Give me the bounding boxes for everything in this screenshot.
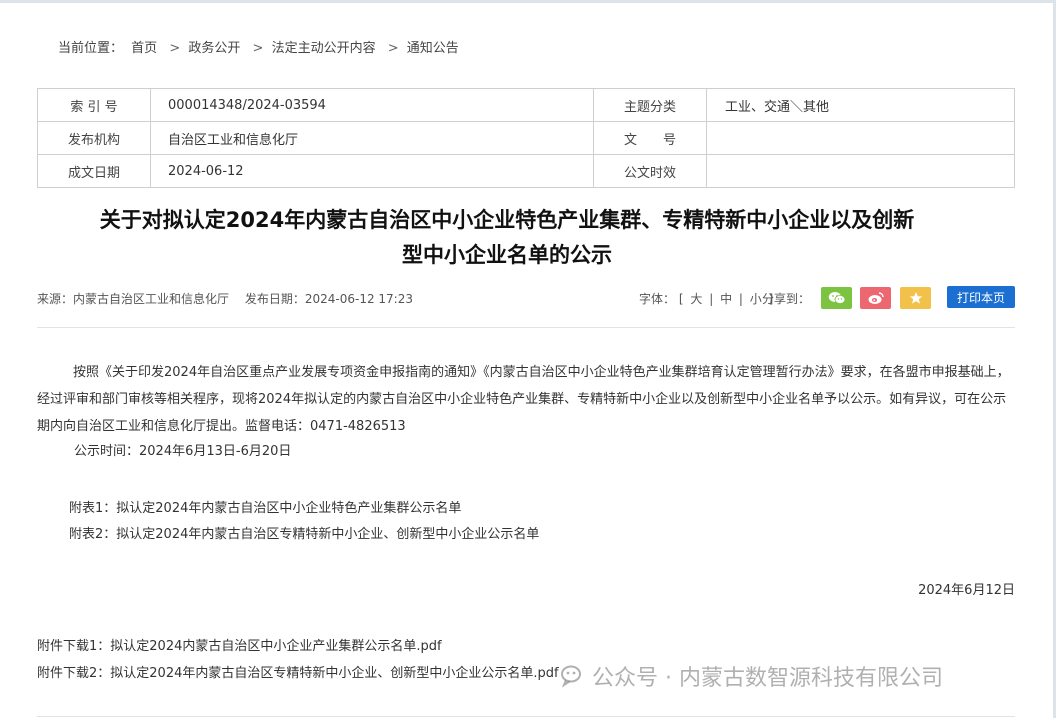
wechat-public-account-icon (561, 665, 581, 688)
document-meta-table: 索 引 号 000014348/2024-03594 主题分类 工业、交通＼其他… (37, 88, 1015, 188)
top-border (0, 0, 1056, 3)
font-bracket-open: [ (678, 292, 684, 306)
share-label: 分享到： (762, 292, 811, 306)
index-number-label: 索 引 号 (37, 88, 151, 122)
breadcrumb-separator: > (252, 41, 264, 56)
document-number-value (706, 121, 1015, 155)
bottom-divider (37, 716, 1015, 717)
font-medium-button[interactable]: 中 (717, 292, 735, 306)
article-info: 来源：内蒙古自治区工业和信息化厅 发布日期：2024-06-12 17:23 (37, 290, 413, 307)
download-label: 附件下载2： (37, 666, 111, 681)
font-size-label: 字体： (639, 292, 676, 306)
download-label: 附件下载1： (37, 639, 111, 654)
validity-value (706, 154, 1015, 188)
topic-category-value: 工业、交通＼其他 (706, 88, 1015, 122)
font-pipe: | (709, 292, 714, 306)
article-source: 来源：内蒙古自治区工业和信息化厅 (37, 292, 230, 306)
share-weibo-button[interactable] (860, 287, 891, 309)
star-icon (909, 292, 922, 304)
download-item: 附件下载1：拟认定2024内蒙古自治区中小企业产业集群公示名单.pdf (37, 635, 442, 654)
download-link[interactable]: 拟认定2024年内蒙古自治区专精特新中小企业、创新型中小企业公示名单.pdf (110, 666, 558, 681)
meta-row: 发布机构 自治区工业和信息化厅 文 号 (37, 121, 1015, 155)
breadcrumb-separator: > (387, 41, 399, 56)
article-title-line1: 关于对拟认定2024年内蒙古自治区中小企业特色产业集群、专精特新中小企业以及创新 (99, 208, 915, 232)
print-page-button[interactable]: 打印本页 (947, 286, 1015, 308)
meta-row: 索 引 号 000014348/2024-03594 主题分类 工业、交通＼其他 (37, 88, 1015, 122)
meta-row: 成文日期 2024-06-12 公文时效 (37, 154, 1015, 188)
font-pipe: | (738, 292, 743, 306)
breadcrumb-statutory-content[interactable]: 法定主动公开内容 (272, 41, 376, 56)
watermark-text: 公众号 · 内蒙古数智源科技有限公司 (592, 666, 943, 691)
breadcrumb-prefix: 当前位置： (58, 41, 124, 56)
article-title: 关于对拟认定2024年内蒙古自治区中小企业特色产业集群、专精特新中小企业以及创新… (37, 203, 977, 273)
font-size-control: 字体： [ 大 | 中 | 小 ] (639, 290, 773, 307)
breadcrumb-separator: > (169, 41, 181, 56)
article-body-paragraph: 按照《关于印发2024年自治区重点产业发展专项资金申报指南的通知》《内蒙古自治区… (37, 365, 1010, 434)
breadcrumb-notices[interactable]: 通知公告 (407, 41, 459, 56)
share-wechat-button[interactable] (821, 287, 852, 309)
watermark: 公众号 · 内蒙古数智源科技有限公司 (560, 660, 943, 692)
breadcrumb: 当前位置： 首页 > 政务公开 > 法定主动公开内容 > 通知公告 (58, 37, 463, 56)
wechat-icon (828, 292, 845, 304)
index-number-value: 000014348/2024-03594 (150, 88, 594, 122)
issuing-agency-label: 发布机构 (37, 121, 151, 155)
breadcrumb-home[interactable]: 首页 (131, 41, 157, 56)
public-period: 公示时间：2024年6月13日-6月20日 (74, 444, 292, 459)
font-large-button[interactable]: 大 (687, 292, 705, 306)
document-date: 2024年6月12日 (918, 583, 1015, 598)
weibo-icon (868, 292, 884, 304)
article-publish-date: 发布日期：2024-06-12 17:23 (244, 292, 413, 306)
document-number-label: 文 号 (593, 121, 707, 155)
download-link[interactable]: 拟认定2024内蒙古自治区中小企业产业集群公示名单.pdf (110, 639, 441, 654)
written-date-value: 2024-06-12 (150, 154, 594, 188)
article-title-line2: 型中小企业名单的公示 (402, 243, 612, 267)
download-item: 附件下载2：拟认定2024年内蒙古自治区专精特新中小企业、创新型中小企业公示名单… (37, 662, 559, 681)
issuing-agency-value: 自治区工业和信息化厅 (150, 121, 594, 155)
share-favorite-button[interactable] (900, 287, 931, 309)
attachment-list-item: 附表1：拟认定2024年内蒙古自治区中小企业特色产业集群公示名单 (69, 501, 462, 516)
breadcrumb-government-affairs[interactable]: 政务公开 (188, 41, 240, 56)
topic-category-label: 主题分类 (593, 88, 707, 122)
written-date-label: 成文日期 (37, 154, 151, 188)
validity-label: 公文时效 (593, 154, 707, 188)
attachment-list-item: 附表2：拟认定2024年内蒙古自治区专精特新中小企业、创新型中小企业公示名单 (69, 527, 540, 542)
content-divider (37, 327, 1015, 328)
